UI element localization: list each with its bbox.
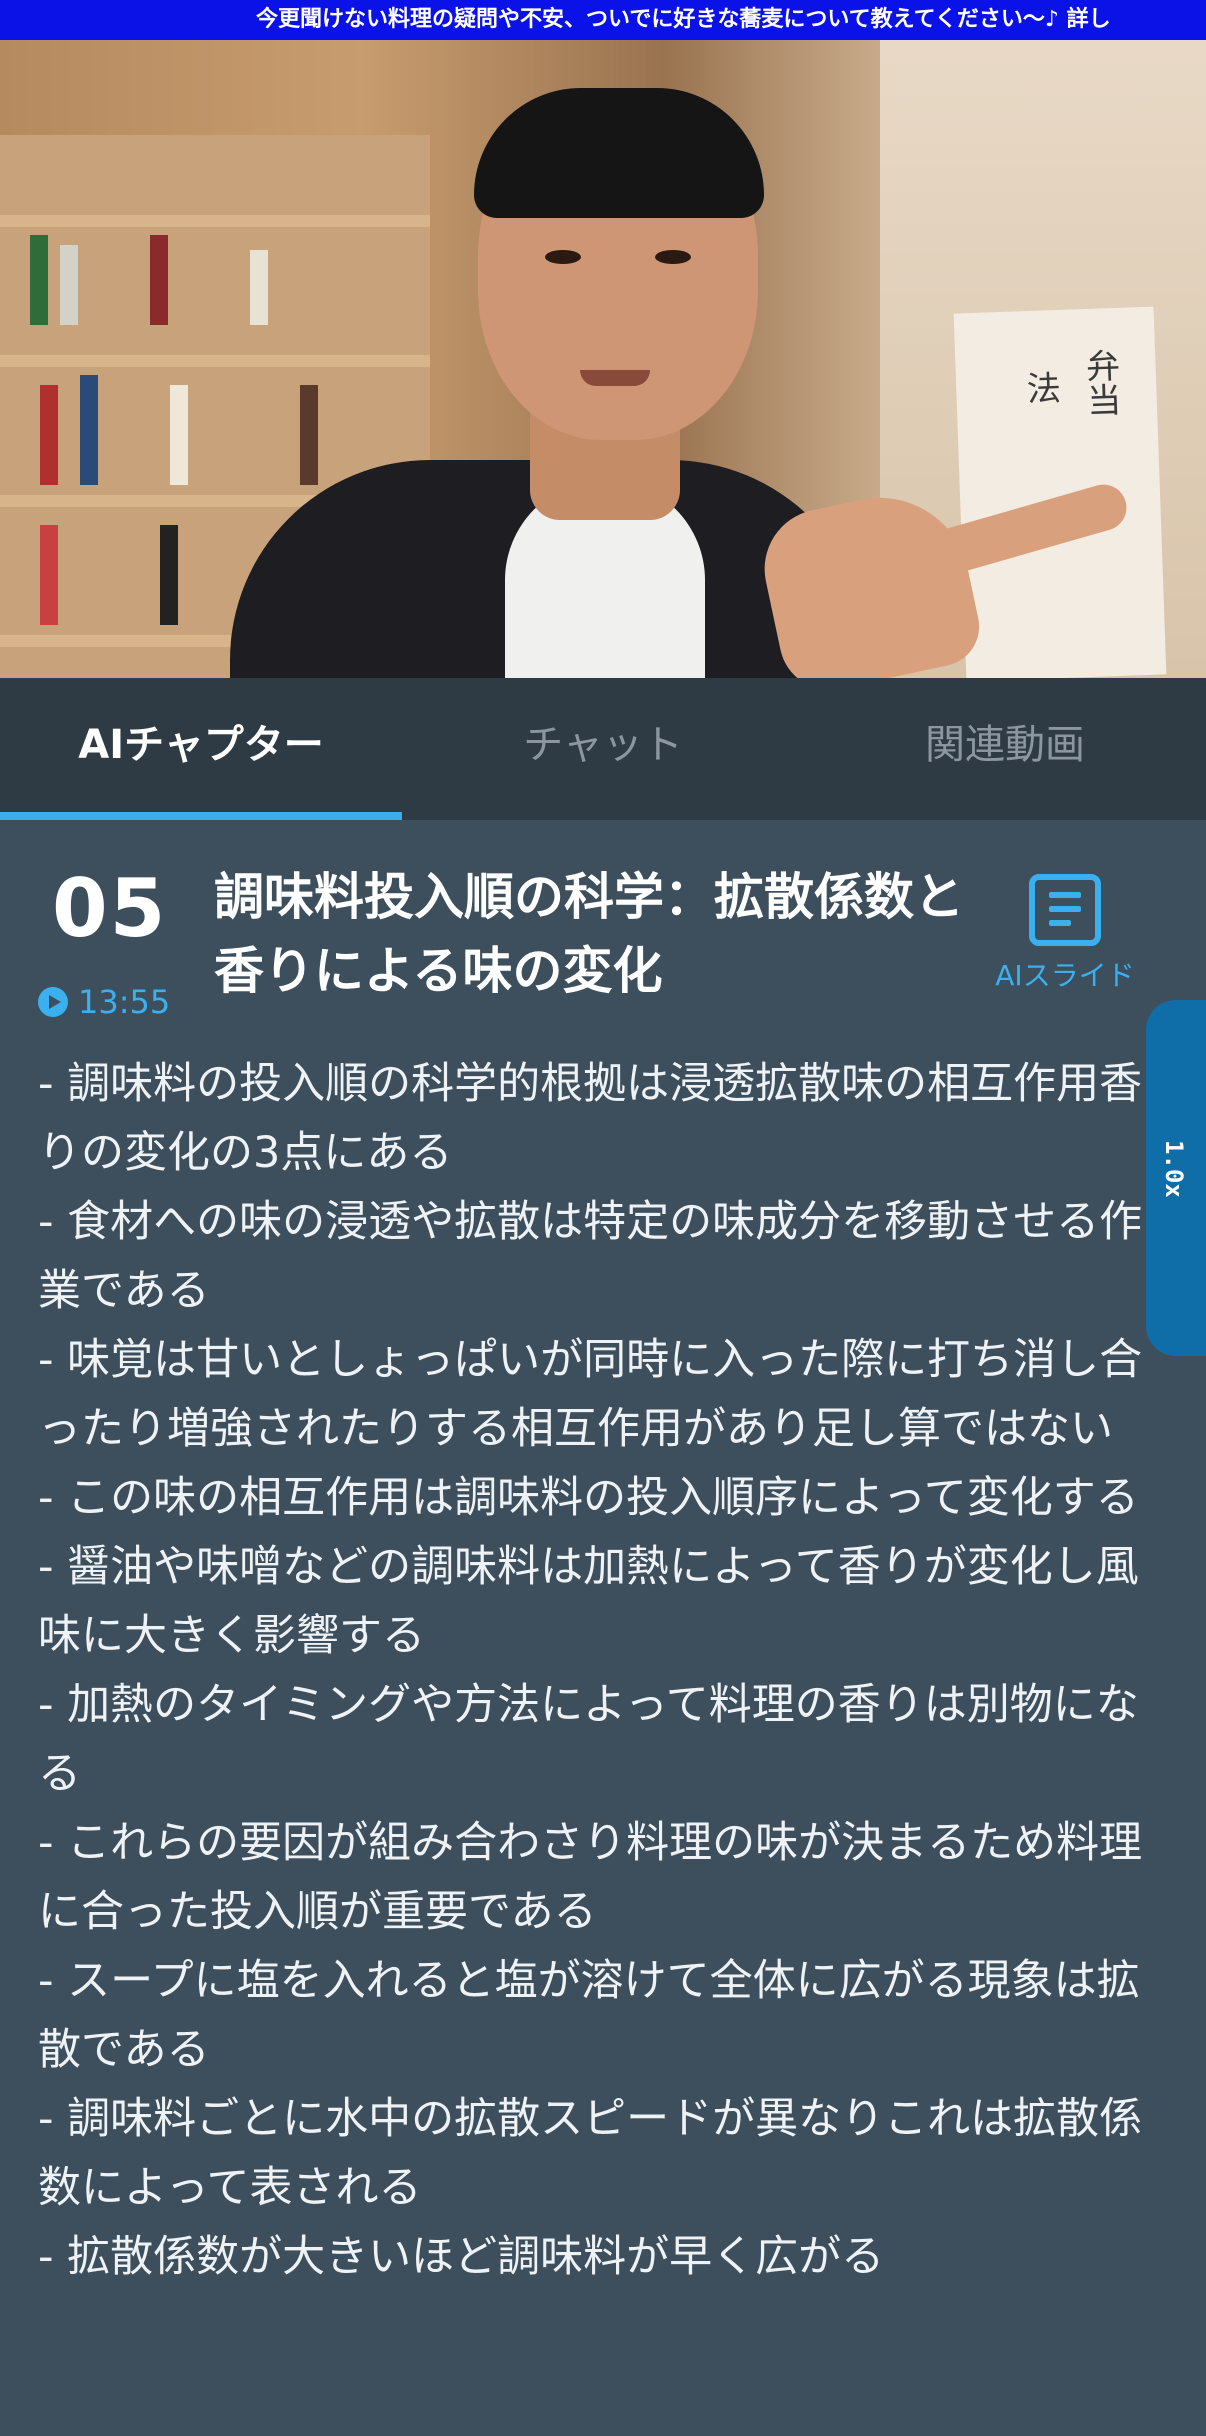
summary-item: - 拡散係数が大きいほど調味料が早く広がる <box>38 2232 885 2282</box>
play-icon <box>38 987 68 1017</box>
chapter-header: 05 13:55 調味料投入順の科学：拡散係数と香りによる味の変化 AIスライド <box>0 820 1206 1040</box>
summary-item: - 調味料ごとに水中の拡散スピードが異なりこれは拡散係数によって表される <box>38 2094 1143 2213</box>
person-hair <box>474 88 764 218</box>
person-eye <box>545 250 581 264</box>
summary-item: - この味の相互作用は調味料の投入順序によって変化する <box>38 1473 1139 1523</box>
summary-item: - 食材への味の浸透や拡散は特定の味成分を移動させる作業である <box>38 1197 1143 1316</box>
chapter-timestamp: 13:55 <box>78 983 171 1021</box>
tab-ai-chapter[interactable]: AIチャプター <box>0 678 402 820</box>
person-eye <box>655 250 691 264</box>
video-player[interactable]: 弁当 法 <box>0 40 1206 678</box>
summary-item: - 調味料の投入順の科学的根拠は浸透拡散味の相互作用香りの変化の3点にある <box>38 1059 1143 1178</box>
ai-slide-button[interactable]: AIスライド <box>990 874 1140 1004</box>
chapter-timestamp-link[interactable]: 13:55 <box>38 983 171 1021</box>
marquee-text: 今更聞けない料理の疑問や不安、ついでに好きな蕎麦について教えてください〜♪ 詳し <box>256 7 1111 32</box>
playback-speed-handle[interactable]: 1.0x <box>1146 1000 1206 1356</box>
tab-chat[interactable]: チャット <box>402 678 804 820</box>
summary-item: - スープに塩を入れると塩が溶けて全体に広がる現象は拡散である <box>38 1956 1140 2075</box>
tab-bar: AIチャプター チャット 関連動画 <box>0 678 1206 820</box>
summary-item: - これらの要因が組み合わさり料理の味が決まるため料理に合った投入順が重要である <box>38 1818 1143 1937</box>
marquee-banner[interactable]: 今更聞けない料理の疑問や不安、ついでに好きな蕎麦について教えてください〜♪ 詳し <box>0 0 1206 40</box>
person-mouth <box>580 370 650 386</box>
summary-item: - 醤油や味噌などの調味料は加熱によって香りが変化し風味に大きく影響する <box>38 1542 1139 1661</box>
summary-item: - 味覚は甘いとしょっぱいが同時に入った際に打ち消し合ったり増強されたりする相互… <box>38 1335 1143 1454</box>
summary-item: - 加熱のタイミングや方法によって料理の香りは別物になる <box>38 1680 1139 1799</box>
wall-paper: 弁当 法 <box>953 306 1167 678</box>
playback-speed-label: 1.0x <box>1160 1140 1188 1198</box>
tab-related-videos[interactable]: 関連動画 <box>804 678 1206 820</box>
active-tab-indicator <box>0 812 402 820</box>
ai-slide-label: AIスライド <box>995 959 1135 992</box>
chapter-number: 05 <box>52 862 168 955</box>
document-icon <box>1029 874 1101 946</box>
chapter-summary: - 調味料の投入順の科学的根拠は浸透拡散味の相互作用香りの変化の3点にある - … <box>38 1050 1168 2292</box>
chapter-title: 調味料投入順の科学：拡散係数と香りによる味の変化 <box>214 868 964 1000</box>
